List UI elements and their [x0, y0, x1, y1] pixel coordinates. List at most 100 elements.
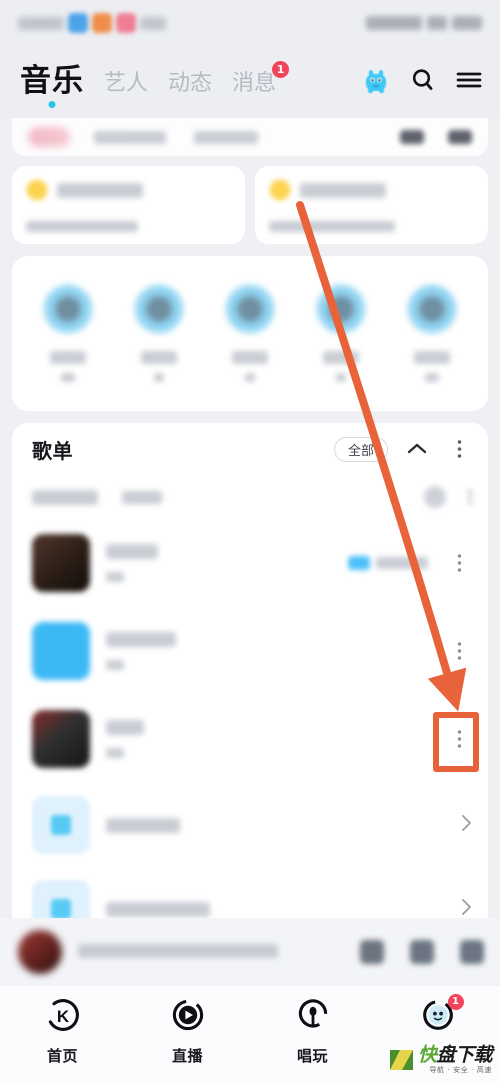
nav-item-live[interactable]: 直播 — [125, 998, 250, 1066]
sun-icon-2 — [269, 179, 291, 201]
mini-player-bar[interactable] — [0, 918, 500, 986]
peek-icon-1[interactable] — [400, 130, 424, 144]
promo-card-1-title — [57, 182, 143, 198]
tab-music-label: 音乐 — [20, 62, 84, 99]
quick-action-2-sub — [153, 373, 164, 382]
watermark: 快盘下载 导航 · 安全 · 高速 — [389, 1046, 492, 1074]
quick-action-2[interactable] — [124, 285, 194, 382]
svg-text:K: K — [56, 1007, 69, 1026]
nav-item-home-label: 首页 — [46, 1047, 78, 1065]
annotation-highlight-box — [433, 712, 479, 772]
mascot-icon[interactable] — [362, 68, 390, 96]
playlist-row[interactable] — [12, 783, 488, 867]
profile-stats — [94, 130, 258, 144]
quick-action-1-sub — [60, 373, 75, 382]
scroll-content[interactable]: 歌单 全部 — [0, 118, 500, 918]
playlist-header: 歌单 全部 — [12, 423, 488, 475]
quick-action-2-icon — [134, 285, 183, 333]
mini-player-playlist-icon[interactable] — [360, 940, 384, 964]
tab-music[interactable]: 音乐 — [20, 62, 84, 108]
playlist-row-1-title — [106, 544, 158, 559]
playlist-row-4-title — [106, 817, 180, 833]
promo-card-2-sub — [269, 217, 474, 236]
active-tab-dot — [48, 100, 56, 108]
playlist-row[interactable] — [12, 607, 488, 695]
watermark-text: 快盘下载 导航 · 安全 · 高速 — [417, 1044, 493, 1074]
live-play-icon — [171, 998, 205, 1036]
messages-badge: 1 — [272, 60, 290, 78]
subfilter-search-icon[interactable] — [424, 486, 446, 508]
tab-feed[interactable]: 动态 — [168, 72, 212, 99]
status-time-blur — [366, 16, 422, 30]
peek-icon-2[interactable] — [448, 130, 472, 144]
playlist-row-3-thumbnail — [32, 710, 90, 768]
quick-action-4-sub — [336, 373, 347, 382]
chevron-up-icon[interactable] — [404, 436, 430, 462]
subfilter-chip-1[interactable] — [32, 489, 98, 505]
status-app-badge-orange — [92, 13, 112, 33]
phone-screen: 音乐 艺人 动态 消息 1 歌单 全部 K 首页 直播 唱玩 1 快盘下载 导航… — [0, 0, 500, 1084]
playlist-row-2-thumbnail — [32, 622, 90, 680]
tab-artists[interactable]: 艺人 — [104, 72, 148, 99]
playlist-title: 歌单 — [32, 438, 73, 463]
battery-icon — [452, 16, 482, 30]
chevron-right-icon-2[interactable] — [461, 897, 472, 918]
playlist-row[interactable] — [12, 867, 488, 918]
mini-player-play-pause-icon[interactable] — [410, 940, 434, 964]
playlist-row-1-more-vertical-icon[interactable] — [446, 550, 472, 576]
quick-action-4[interactable] — [306, 285, 376, 382]
playlist-row-5-thumbnail — [32, 880, 90, 918]
playlist-row-1-tag-label — [376, 557, 428, 569]
mic-sing-icon — [296, 998, 330, 1036]
playlist-more-vertical-icon[interactable] — [446, 436, 472, 462]
playlist-row[interactable] — [12, 519, 488, 607]
status-bar-right — [366, 16, 482, 30]
playlist-row-2-title — [106, 632, 176, 647]
stat-followers-blur — [94, 130, 166, 144]
nav-item-home[interactable]: K 首页 — [0, 998, 125, 1066]
playlist-row-2-right — [446, 638, 472, 664]
playlist-filter-all-button[interactable]: 全部 — [333, 436, 388, 462]
tab-messages[interactable]: 消息 1 — [232, 60, 290, 99]
stat-following-blur — [194, 130, 258, 144]
playlist-row-2-sub — [106, 660, 124, 670]
subfilter-chip-2[interactable] — [122, 490, 162, 504]
quick-action-1[interactable] — [33, 285, 103, 382]
playlist-row-1-thumbnail — [32, 534, 90, 592]
playlist-row[interactable] — [12, 695, 488, 783]
wifi-icon — [427, 16, 447, 30]
quick-action-1-label — [49, 351, 86, 364]
watermark-main-first: 快 — [417, 1044, 437, 1066]
chevron-right-icon[interactable] — [461, 813, 472, 837]
hamburger-menu-icon[interactable] — [456, 70, 482, 94]
playlist-row-3-text — [106, 720, 144, 758]
promo-card-2-title — [300, 182, 386, 198]
playlist-row-2-more-vertical-icon[interactable] — [446, 638, 472, 664]
nav-item-sing[interactable]: 唱玩 — [250, 998, 375, 1066]
promo-card-2[interactable] — [255, 166, 488, 244]
subfilter-right-icons — [424, 486, 472, 508]
peek-action-icons — [400, 130, 472, 144]
profile-stats-peek-row[interactable] — [12, 118, 488, 156]
promo-card-2-sub-blur — [269, 221, 395, 232]
quick-action-3-label — [231, 351, 268, 364]
search-icon[interactable] — [410, 67, 436, 97]
bottom-navigation: K 首页 直播 唱玩 1 快盘下载 导航 · 安全 · 高速 — [0, 986, 500, 1084]
playlist-row-1-tag — [348, 556, 428, 570]
promo-card-1[interactable] — [12, 166, 245, 244]
quick-action-3[interactable] — [215, 285, 285, 382]
quick-action-4-label — [323, 351, 360, 364]
subfilter-more-icon[interactable] — [468, 488, 472, 506]
promo-card-row — [12, 166, 488, 244]
quick-action-grid — [12, 256, 488, 411]
playlist-row-5-text — [106, 901, 210, 917]
nav-item-profile[interactable]: 1 — [375, 994, 500, 1045]
promo-card-1-sub — [26, 217, 231, 236]
quick-action-5[interactable] — [397, 285, 467, 382]
app-header: 音乐 艺人 动态 消息 1 — [0, 46, 500, 118]
status-app-badge-pink — [116, 13, 136, 33]
mini-player-track-blur — [78, 943, 278, 958]
mini-player-queue-icon[interactable] — [460, 940, 484, 964]
promo-card-1-sub-blur — [26, 221, 138, 232]
playlist-subfilter-row — [12, 475, 488, 519]
